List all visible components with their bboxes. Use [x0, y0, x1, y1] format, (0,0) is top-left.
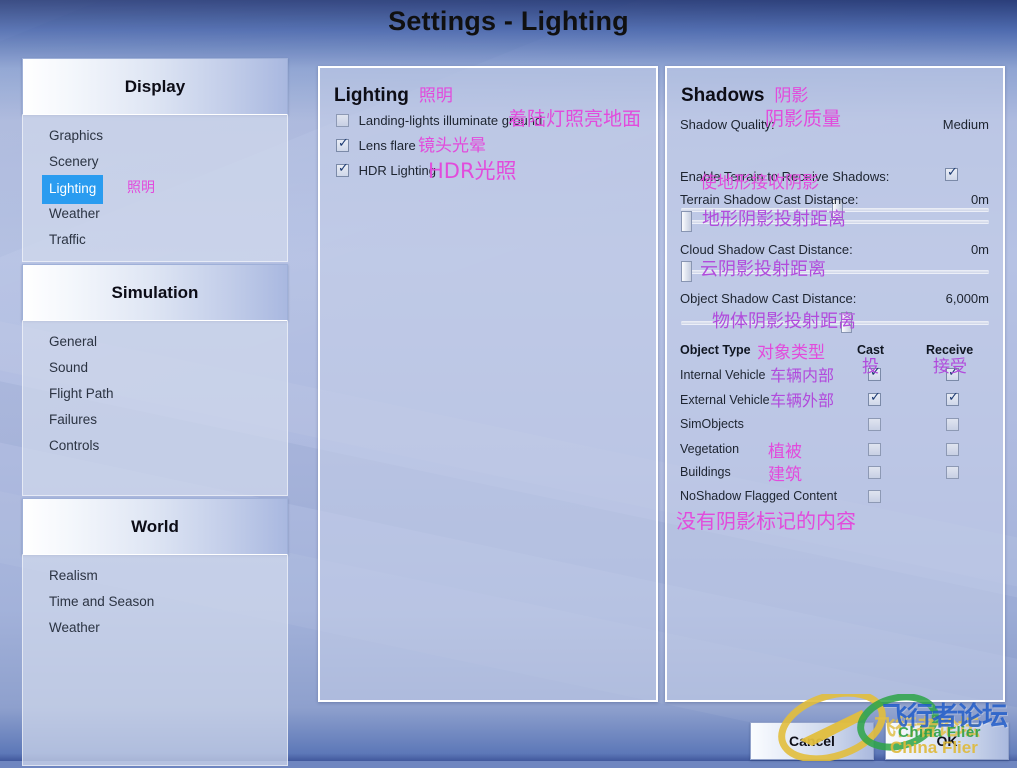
sidebar-item-graphics[interactable]: Graphics — [23, 123, 287, 149]
sidebar-item-failures[interactable]: Failures — [23, 407, 287, 433]
lighting-title-text: Lighting — [334, 85, 409, 106]
sidebar-item-label: Realism — [49, 568, 98, 583]
sidebar-item-controls[interactable]: Controls — [23, 433, 287, 459]
shadows-panel: Shadows 阴影 Shadow Quality: Medium Enable … — [665, 66, 1005, 702]
enable-terrain-label: Enable Terrain to Receive Shadows: — [680, 169, 890, 184]
cancel-button[interactable]: Cancel — [750, 722, 874, 760]
nav-header-world: World — [22, 498, 288, 555]
lighting-title-annotation: 照明 — [418, 86, 453, 106]
terrain-distance-slider[interactable] — [681, 211, 989, 232]
table-header-receive: Receive — [926, 343, 974, 357]
checkbox-icon[interactable] — [336, 114, 349, 127]
sidebar-item-annotation: 照明 — [127, 180, 155, 196]
shadow-quality-label: Shadow Quality: — [680, 117, 775, 132]
sidebar-item-label: Failures — [49, 412, 98, 427]
lighting-panel: Lighting 照明 Landing-lights illuminate gro… — [318, 66, 658, 702]
sidebar-item-weather[interactable]: Weather — [23, 201, 287, 227]
nav-header-simulation: Simulation — [22, 264, 288, 321]
sidebar-item-label: Traffic — [49, 232, 86, 247]
shadows-panel-title: Shadows 阴影 — [681, 81, 808, 107]
shadows-title-text: Shadows — [681, 85, 765, 106]
cloud-distance-slider[interactable] — [681, 261, 989, 282]
slider-track — [681, 270, 989, 273]
lighting-panel-title: Lighting 照明 — [334, 81, 453, 107]
cast-checkbox-vegetation[interactable] — [868, 443, 881, 456]
object-distance-value: 6,000m — [945, 291, 989, 306]
sidebar-item-label: Scenery — [49, 154, 99, 169]
table-header-object-type: Object Type — [680, 343, 751, 357]
object-distance-slider[interactable] — [681, 312, 989, 333]
sidebar-item-label: Controls — [49, 438, 100, 453]
sidebar-item-general[interactable]: General — [23, 329, 287, 355]
sidebar-item-weather-world[interactable]: Weather — [23, 615, 287, 641]
cast-checkbox-buildings[interactable] — [868, 466, 881, 479]
checkbox-hdr-lighting[interactable]: HDR Lighting — [336, 161, 436, 178]
cast-checkbox-noshadow-flagged-content[interactable] — [868, 490, 881, 503]
table-header-cast: Cast — [857, 343, 885, 357]
nav-group-world: World Realism Time and Season Weather — [22, 498, 288, 766]
slider-track — [681, 220, 989, 223]
checkbox-label: Lens flare — [358, 138, 416, 153]
slider-thumb[interactable] — [681, 261, 692, 282]
sidebar-item-label: Graphics — [49, 128, 104, 143]
sidebar-item-label: Time and Season — [49, 594, 155, 609]
receive-checkbox-external-vehicle[interactable] — [946, 390, 959, 406]
sidebar-item-lighting[interactable]: Lighting 照明 — [23, 175, 287, 204]
table-row-vegetation: Vegetation — [680, 442, 740, 456]
table-row-simobjects: SimObjects — [680, 417, 744, 431]
checkbox-label: HDR Lighting — [358, 163, 436, 178]
table-row-external-vehicle: External Vehicle — [680, 393, 770, 407]
sidebar-item-label: Weather — [49, 620, 100, 635]
sidebar-item-label: Sound — [49, 360, 89, 375]
object-distance-label: Object Shadow Cast Distance: — [680, 291, 857, 306]
terrain-distance-label: Terrain Shadow Cast Distance: — [680, 192, 859, 207]
nav-group-simulation: Simulation General Sound Flight Path Fai… — [22, 264, 288, 496]
table-row-internal-vehicle: Internal Vehicle — [680, 368, 766, 382]
checkbox-icon[interactable] — [336, 161, 349, 177]
receive-checkbox-internal-vehicle[interactable] — [946, 365, 959, 381]
terrain-distance-value: 0m — [970, 192, 989, 207]
nav-list-world: Realism Time and Season Weather — [22, 555, 288, 766]
sidebar-item-sound[interactable]: Sound — [23, 355, 287, 381]
cloud-distance-value: 0m — [970, 242, 989, 257]
page-title: Settings - Lighting — [388, 6, 629, 36]
sidebar-item-label: Lighting — [42, 175, 104, 204]
slider-thumb[interactable] — [841, 312, 853, 333]
shadows-title-annotation: 阴影 — [774, 86, 809, 106]
checkbox-label: Landing-lights illuminate ground — [358, 113, 543, 128]
sidebar-item-time-and-season[interactable]: Time and Season — [23, 589, 287, 615]
checkbox-lens-flare[interactable]: Lens flare — [336, 136, 416, 153]
sidebar: Display Graphics Scenery Lighting 照明 Wea… — [22, 58, 288, 768]
receive-checkbox-buildings[interactable] — [946, 466, 959, 479]
checkbox-icon[interactable] — [336, 136, 349, 152]
table-row-buildings: Buildings — [680, 465, 731, 479]
nav-list-display: Graphics Scenery Lighting 照明 Weather Tra… — [22, 115, 288, 262]
cast-checkbox-simobjects[interactable] — [868, 418, 881, 431]
sidebar-item-traffic[interactable]: Traffic — [23, 227, 287, 253]
slider-track — [681, 321, 989, 324]
ok-button[interactable]: OK — [885, 722, 1009, 760]
sidebar-item-label: Flight Path — [49, 386, 114, 401]
shadow-quality-value: Medium — [942, 117, 989, 132]
cloud-distance-label: Cloud Shadow Cast Distance: — [680, 242, 853, 257]
sidebar-item-flight-path[interactable]: Flight Path — [23, 381, 287, 407]
nav-list-simulation: General Sound Flight Path Failures Contr… — [22, 321, 288, 496]
checkbox-landing-lights[interactable]: Landing-lights illuminate ground — [336, 113, 542, 128]
cast-checkbox-external-vehicle[interactable] — [868, 390, 881, 406]
sidebar-item-label: Weather — [49, 206, 100, 221]
cast-checkbox-internal-vehicle[interactable] — [868, 365, 881, 381]
receive-checkbox-simobjects[interactable] — [946, 418, 959, 431]
nav-header-display: Display — [22, 58, 288, 115]
receive-checkbox-vegetation[interactable] — [946, 443, 959, 456]
sidebar-item-realism[interactable]: Realism — [23, 563, 287, 589]
sidebar-item-label: General — [49, 334, 98, 349]
slider-thumb[interactable] — [681, 211, 692, 232]
table-row-noshadow-flagged-content: NoShadow Flagged Content — [680, 489, 838, 503]
nav-group-display: Display Graphics Scenery Lighting 照明 Wea… — [22, 58, 288, 262]
sidebar-item-scenery[interactable]: Scenery — [23, 149, 287, 175]
enable-terrain-checkbox[interactable] — [945, 165, 958, 181]
title-bar: Settings - Lighting — [0, 0, 1017, 50]
